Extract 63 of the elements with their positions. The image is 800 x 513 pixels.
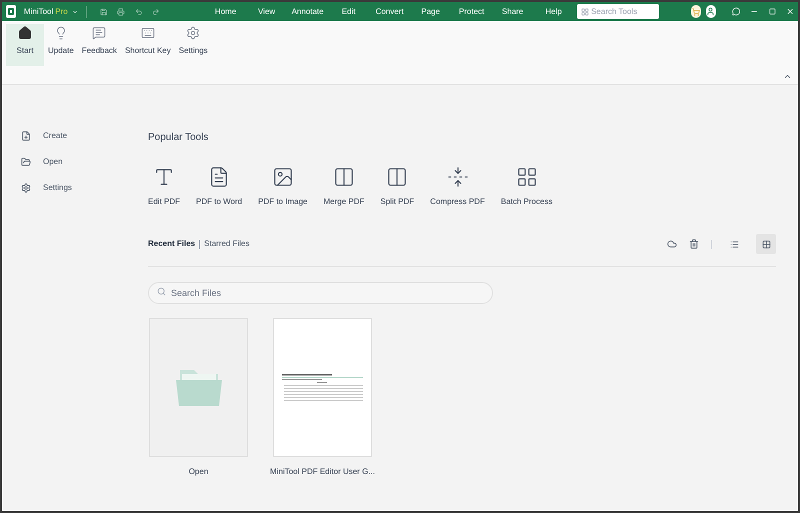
ribbon-tab[interactable]: Shortcut Key	[120, 24, 175, 66]
ribbon-tab[interactable]: Settings	[174, 24, 212, 66]
collapse-icon[interactable]	[783, 72, 792, 81]
tool-button[interactable]: PDF to Image	[254, 166, 312, 208]
edition-label: Pro	[55, 6, 68, 18]
printer-icon[interactable]	[117, 6, 125, 16]
maximize-icon[interactable]	[768, 7, 776, 16]
grid-icon	[581, 8, 590, 16]
folder-icon	[21, 157, 31, 167]
search-files-field[interactable]: Search Files	[148, 282, 493, 304]
file-name: Open	[188, 466, 208, 478]
ribbon-tab[interactable]: Update	[44, 24, 78, 66]
section-title: Popular Tools	[148, 131, 210, 145]
document-thumbnail[interactable]	[273, 318, 372, 457]
app-name: MiniTool	[24, 6, 54, 18]
app-logo-icon	[6, 5, 16, 18]
compress-icon	[446, 166, 469, 188]
menu-item[interactable]: Protect	[451, 2, 492, 21]
tool-button[interactable]: PDF to Word	[192, 166, 246, 208]
menu-item[interactable]: Help	[533, 2, 574, 21]
file-tab[interactable]: Recent Files	[148, 238, 196, 250]
message-icon	[92, 26, 106, 40]
file-tab[interactable]: Starred Files	[204, 238, 250, 250]
search-tools-field[interactable]: Search Tools	[577, 4, 660, 19]
menu-item[interactable]: Convert	[369, 2, 410, 21]
grid-icon	[762, 240, 770, 248]
home-icon	[18, 26, 32, 40]
sidebar-item[interactable]: Open	[21, 155, 142, 169]
menu-item[interactable]: Annotate	[287, 2, 328, 21]
menu-item[interactable]: Page	[410, 2, 452, 21]
save-icon[interactable]	[100, 6, 108, 16]
ribbon-tab[interactable]: Feedback	[78, 24, 121, 66]
cart-icon[interactable]	[691, 5, 702, 18]
redo-icon[interactable]	[152, 6, 160, 16]
list-icon	[730, 240, 738, 248]
menu-item[interactable]: Edit	[328, 2, 370, 21]
ribbon-tab[interactable]: Start	[6, 24, 44, 66]
gear-icon	[21, 183, 31, 193]
gear-icon	[186, 26, 200, 40]
tool-button[interactable]: Merge PDF	[319, 166, 368, 208]
search-icon	[157, 286, 166, 296]
close-icon[interactable]	[786, 6, 794, 17]
image-icon	[272, 166, 294, 188]
sidebar-item[interactable]: Create	[21, 129, 142, 143]
file-plus-icon	[21, 131, 31, 141]
chat-icon[interactable]	[732, 6, 740, 17]
user-icon[interactable]	[706, 5, 716, 18]
text-icon	[153, 166, 175, 188]
sidebar-item[interactable]: Settings	[21, 181, 142, 195]
trash-icon[interactable]	[689, 239, 699, 249]
menu-item[interactable]: Share	[492, 2, 534, 21]
cloud-icon[interactable]	[667, 239, 677, 249]
folder-icon	[176, 370, 222, 406]
tool-button[interactable]: Split PDF	[376, 166, 418, 208]
menu-item[interactable]: Home	[205, 2, 246, 21]
grid-view-button[interactable]	[756, 234, 776, 254]
file-name: MiniTool PDF Editor User G...	[270, 466, 375, 478]
tool-button[interactable]: Batch Process	[496, 166, 556, 208]
undo-icon[interactable]	[134, 6, 142, 16]
tool-button[interactable]: Edit PDF	[144, 166, 184, 208]
keyboard-icon	[140, 26, 155, 40]
tool-button[interactable]: Compress PDF	[426, 166, 489, 208]
menu-item[interactable]: View	[246, 2, 288, 21]
